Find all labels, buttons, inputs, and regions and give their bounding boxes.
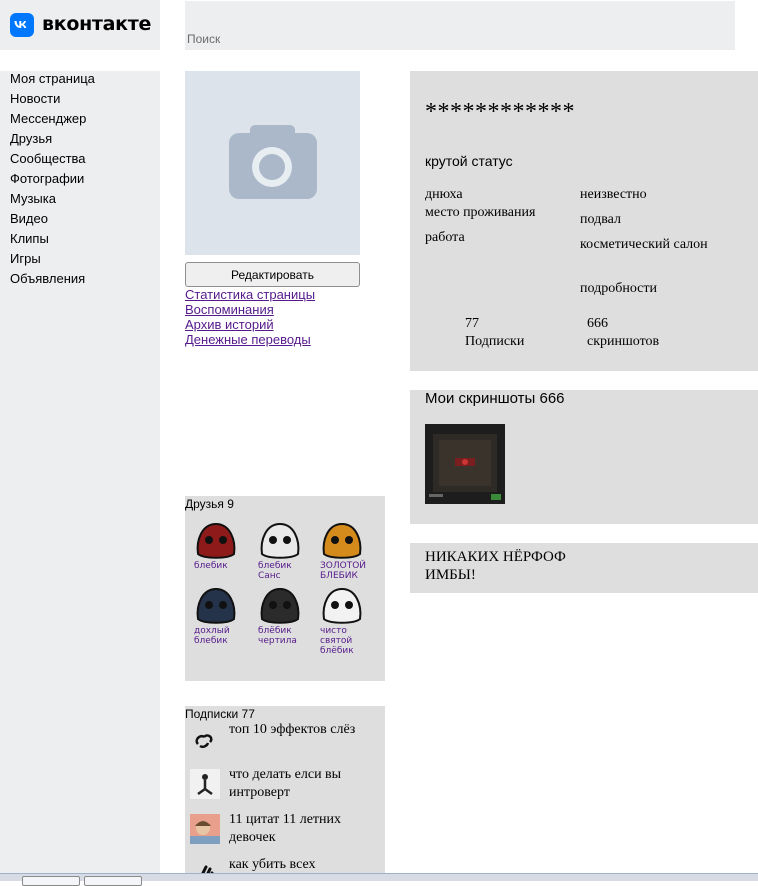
friend-name: блёбик чертила: [258, 626, 297, 646]
photo-thumb: [190, 814, 220, 844]
search-input[interactable]: [185, 1, 735, 50]
birthday-label: днюха: [425, 187, 463, 202]
logo-area[interactable]: вконтакте: [0, 0, 160, 50]
friends-block: Друзья 9 блебик блебик Санс ЗОЛОТОЙ БЛЕБИК…: [185, 496, 385, 681]
sidebar-item-messenger[interactable]: Мессенджер: [0, 111, 95, 131]
friend-item[interactable]: ЗОЛОТОЙ БЛЕБИК: [320, 520, 370, 581]
friend-item[interactable]: блебик: [194, 520, 244, 571]
residence-value: подвал: [580, 212, 621, 227]
sidebar: Моя страница Новости Мессенджер Друзья С…: [0, 71, 160, 880]
screenshots-title[interactable]: Мои скриншоты 666: [425, 390, 565, 407]
sidebar-nav: Моя страница Новости Мессенджер Друзья С…: [0, 71, 95, 291]
profile-status[interactable]: крутой статус: [425, 153, 513, 169]
profile-links: Статистика страницы Воспоминания Архив и…: [185, 287, 315, 347]
sidebar-item-news[interactable]: Новости: [0, 91, 95, 111]
taskbar-button[interactable]: [22, 876, 80, 886]
stories-archive-link[interactable]: Архив историй: [185, 317, 315, 332]
subscriptions-counter[interactable]: 77 Подписки: [465, 315, 524, 351]
sidebar-item-photos[interactable]: Фотографии: [0, 171, 95, 191]
post-text: НИКАКИХ НЁРФОФ ИМБЫ!: [425, 549, 566, 583]
friends-title[interactable]: Друзья 9: [185, 497, 234, 511]
profile-name: ************: [425, 99, 575, 125]
screenshots-card: Мои скриншоты 666: [410, 390, 758, 524]
subscription-title: топ 10 эффектов слёз: [229, 722, 356, 737]
wall-post: НИКАКИХ НЁРФОФ ИМБЫ!: [410, 543, 758, 593]
sidebar-item-video[interactable]: Видео: [0, 211, 95, 231]
friend-name: дохлый блебик: [194, 626, 230, 646]
logo-text: вконтакте: [42, 13, 152, 35]
friend-item[interactable]: блебик Санс: [258, 520, 308, 581]
subscriptions-title[interactable]: Подписки 77: [185, 707, 255, 721]
friend-avatar: [260, 522, 300, 559]
friend-name: чисто святой блёбик: [320, 626, 354, 656]
friend-avatar: [196, 587, 236, 624]
screenshots-count: 666: [587, 316, 608, 331]
work-label: работа: [425, 230, 465, 245]
vk-logo-icon: [10, 13, 34, 37]
screenshot-thumbnail[interactable]: [425, 424, 505, 504]
link-icon: [195, 734, 213, 749]
friend-avatar: [322, 522, 362, 559]
sidebar-item-friends[interactable]: Друзья: [0, 131, 95, 151]
subscription-title: что делать елси вы интроверт: [229, 767, 342, 800]
edit-profile-button[interactable]: Редактировать: [185, 262, 360, 287]
friend-name: блебик Санс: [258, 561, 292, 581]
friend-name: блебик: [194, 561, 228, 571]
money-transfers-link[interactable]: Денежные переводы: [185, 332, 315, 347]
sidebar-item-games[interactable]: Игры: [0, 251, 95, 271]
work-value: косметический салон: [580, 237, 708, 252]
details-link[interactable]: подробности: [580, 280, 750, 298]
sidebar-item-my-page[interactable]: Моя страница: [0, 71, 95, 91]
profile-info-card: ************ крутой статус днюха место п…: [410, 71, 758, 371]
subscriptions-count: 77: [465, 316, 479, 331]
sidebar-item-communities[interactable]: Сообщества: [0, 151, 95, 171]
friend-item[interactable]: блёбик чертила: [258, 585, 308, 646]
friend-avatar: [322, 587, 362, 624]
friend-item[interactable]: чисто святой блёбик: [320, 585, 370, 656]
search-bar[interactable]: [185, 1, 735, 50]
friend-item[interactable]: дохлый блебик: [194, 585, 244, 646]
subscription-title: 11 цитат 11 летних девочек: [229, 812, 342, 845]
memories-link[interactable]: Воспоминания: [185, 302, 315, 317]
sidebar-item-clips[interactable]: Клипы: [0, 231, 95, 251]
residence-label: место проживания: [425, 205, 536, 220]
birthday-value: неизвестно: [580, 187, 647, 202]
subscriptions-block: Подписки 77 топ 10 эффектов слёз что дел…: [185, 706, 385, 880]
taskbar-button[interactable]: [84, 876, 142, 886]
profile-avatar[interactable]: [185, 71, 360, 255]
person-thumb: [190, 769, 220, 799]
friend-avatar: [196, 522, 236, 559]
subscriptions-counter-label: Подписки: [465, 334, 525, 349]
subscription-title: как убить всех: [229, 857, 316, 872]
game-screenshot-image: [425, 424, 505, 504]
sidebar-item-ads[interactable]: Объявления: [0, 271, 95, 291]
camera-icon: [229, 125, 317, 199]
screenshots-counter-label: скриншотов: [587, 334, 660, 349]
friend-avatar: [260, 587, 300, 624]
screenshots-counter[interactable]: 666 скриншотов: [587, 315, 659, 351]
friend-name: ЗОЛОТОЙ БЛЕБИК: [320, 561, 367, 581]
page-statistics-link[interactable]: Статистика страницы: [185, 287, 315, 302]
sidebar-item-music[interactable]: Музыка: [0, 191, 95, 211]
